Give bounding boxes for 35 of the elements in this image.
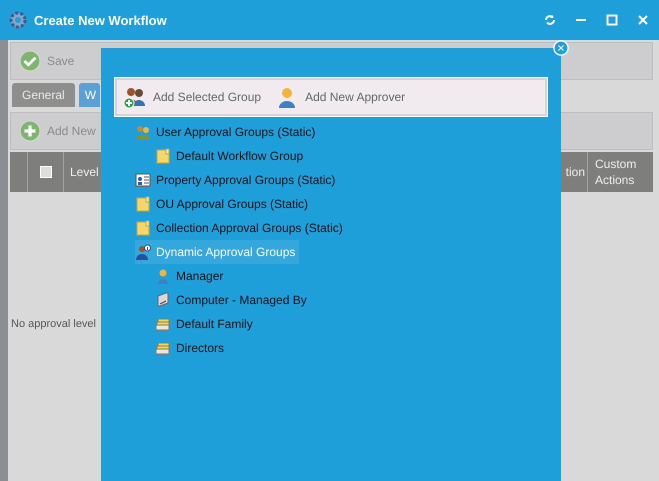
users-icon [135, 124, 151, 140]
tree-item[interactable]: User Approval Groups (Static) [135, 120, 320, 144]
window-title: Create New Workflow [34, 12, 167, 28]
plus-icon [19, 120, 41, 142]
tree-item[interactable]: Property Approval Groups (Static) [135, 168, 340, 192]
person-info-icon [135, 244, 151, 260]
select-all-checkbox[interactable] [40, 166, 52, 178]
folder-icon [135, 196, 151, 212]
column-header: Custom Actions [595, 156, 638, 188]
refresh-icon[interactable] [544, 14, 556, 26]
tree-item[interactable]: Directors [155, 336, 228, 360]
folder-icon [135, 220, 151, 236]
person-icon [155, 268, 171, 284]
close-icon[interactable] [637, 14, 649, 26]
add-selected-group-button[interactable]: Add Selected Group [123, 85, 262, 109]
tree-item[interactable]: Collection Approval Groups (Static) [135, 216, 347, 240]
column-header: Level [70, 165, 99, 179]
folder-icon [155, 148, 171, 164]
id-card-icon [135, 172, 151, 188]
tree-item[interactable]: Default Workflow Group [155, 144, 308, 168]
add-group-icon [123, 85, 147, 109]
add-new-approver-button[interactable]: Add New Approver [275, 85, 406, 109]
checkmark-icon [19, 50, 41, 72]
empty-message: No approval level [11, 318, 96, 330]
tree-item[interactable]: Manager [155, 264, 228, 288]
close-icon[interactable] [553, 40, 569, 56]
tree-item[interactable]: Default Family [155, 312, 257, 336]
tree-item[interactable]: Computer - Managed By [155, 288, 311, 312]
gear-icon [8, 10, 28, 30]
computer-icon [155, 292, 171, 308]
column-header: tion [566, 165, 585, 179]
file-drawer-icon [155, 316, 171, 332]
maximize-icon[interactable] [606, 14, 618, 26]
file-drawer-icon [155, 340, 171, 356]
tree-item[interactable]: OU Approval Groups (Static) [135, 192, 312, 216]
